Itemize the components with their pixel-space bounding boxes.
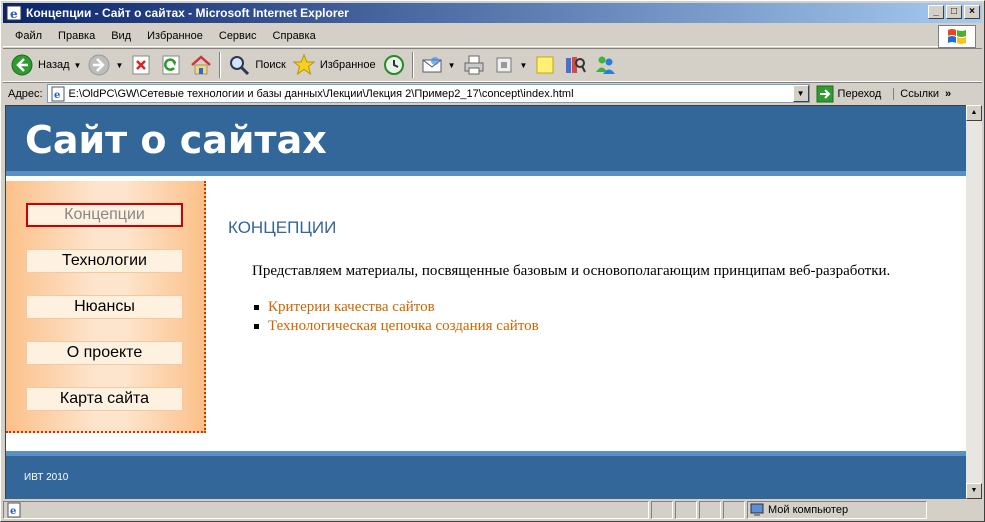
title-bar: e Концепции - Сайт о сайтах - Microsoft …	[3, 3, 982, 23]
page-icon: e	[51, 86, 65, 101]
back-button[interactable]: Назад ▼	[7, 51, 84, 79]
search-button[interactable]: Поиск	[224, 51, 288, 79]
computer-icon	[750, 503, 764, 516]
favorites-button[interactable]: Избранное	[289, 51, 379, 79]
home-button[interactable]	[186, 51, 216, 79]
page-viewport: Сайт о сайтах Концепции Технологии Нюанс…	[5, 105, 966, 499]
link-quality-criteria[interactable]: Критерии качества сайтов	[254, 298, 539, 317]
toolbar: Назад ▼ ▼ Поиск Избранное ▼ ▼	[3, 48, 982, 82]
search-label: Поиск	[255, 59, 286, 71]
status-cell	[675, 501, 697, 519]
window-title: Концепции - Сайт о сайтах - Microsoft In…	[26, 6, 349, 20]
refresh-icon	[162, 55, 180, 75]
address-dropdown-icon[interactable]: ▼	[792, 85, 809, 102]
refresh-button[interactable]	[156, 51, 186, 79]
scroll-down-icon[interactable]: ▼	[966, 483, 982, 499]
toolbar-separator	[411, 52, 414, 78]
back-label: Назад	[38, 59, 70, 71]
vertical-scrollbar[interactable]: ▲ ▼	[966, 105, 982, 499]
stop-icon	[132, 55, 150, 75]
svg-text:e: e	[10, 506, 16, 517]
close-button[interactable]: ×	[964, 5, 980, 19]
status-zone: Мой компьютер	[747, 501, 927, 519]
menu-favorites[interactable]: Избранное	[139, 30, 211, 42]
menu-edit[interactable]: Правка	[50, 30, 103, 42]
research-button[interactable]	[560, 51, 590, 79]
status-cell	[699, 501, 721, 519]
back-dropdown-icon[interactable]: ▼	[74, 61, 82, 70]
go-button[interactable]: Переход	[816, 85, 882, 103]
edit-page-icon	[496, 57, 512, 73]
nav-technologies[interactable]: Технологии	[26, 249, 183, 273]
intro-paragraph: Представляем материалы, посвященные базо…	[252, 263, 891, 279]
forward-arrow-icon	[88, 54, 110, 76]
search-icon	[230, 56, 250, 76]
history-button[interactable]	[379, 51, 409, 79]
mail-icon	[422, 57, 442, 73]
page-status-icon: e	[7, 502, 21, 518]
svg-text:e: e	[54, 90, 60, 101]
menu-help[interactable]: Справка	[265, 30, 324, 42]
status-zone-label: Мой компьютер	[768, 504, 849, 516]
messenger-icon	[596, 56, 616, 74]
site-header: Сайт о сайтах	[6, 106, 966, 176]
messenger-button[interactable]	[590, 51, 620, 79]
links-label: Ссылки	[900, 87, 939, 100]
svg-text:e: e	[10, 7, 18, 21]
history-icon	[383, 55, 404, 75]
menu-view[interactable]: Вид	[103, 30, 139, 42]
menu-bar: Файл Правка Вид Избранное Сервис Справка	[3, 25, 938, 47]
status-bar: e Мой компьютер	[3, 500, 982, 520]
nav-sitemap[interactable]: Карта сайта	[26, 387, 183, 411]
star-icon	[292, 53, 316, 76]
status-cell	[651, 501, 673, 519]
home-icon	[191, 55, 212, 75]
printer-icon	[464, 55, 484, 75]
mail-button[interactable]: ▼	[417, 51, 459, 79]
menu-tools[interactable]: Сервис	[211, 30, 265, 42]
favorites-label: Избранное	[319, 59, 376, 71]
discuss-button[interactable]	[530, 51, 560, 79]
site-title: Сайт о сайтах	[25, 118, 327, 162]
stop-button[interactable]	[126, 51, 156, 79]
footer-text: ИВТ 2010	[24, 472, 69, 483]
scroll-up-icon[interactable]: ▲	[966, 105, 982, 121]
print-button[interactable]	[459, 51, 489, 79]
ie-logo-icon: e	[6, 5, 22, 21]
main-content: КОНЦЕПЦИИ Представляем материалы, посвящ…	[228, 218, 946, 334]
forward-dropdown-icon[interactable]: ▼	[115, 61, 123, 70]
site-footer: ИВТ 2010	[6, 451, 966, 499]
back-arrow-icon	[11, 54, 33, 76]
go-label: Переход	[837, 87, 882, 100]
research-icon	[566, 57, 587, 73]
status-main: e	[3, 501, 649, 519]
edit-button[interactable]: ▼	[489, 51, 531, 79]
forward-button[interactable]: ▼	[84, 51, 126, 79]
edit-dropdown-icon[interactable]: ▼	[520, 61, 528, 70]
address-bar: Адрес: e E:\OldPC\GW\Сетевые технологии …	[3, 82, 982, 104]
maximize-button[interactable]: □	[946, 5, 962, 19]
page-heading: КОНЦЕПЦИИ	[228, 218, 337, 237]
toolbar-separator	[219, 52, 222, 78]
nav-concepts[interactable]: Концепции	[26, 203, 183, 227]
address-input[interactable]: e E:\OldPC\GW\Сетевые технологии и базы …	[46, 84, 810, 103]
nav-about[interactable]: О проекте	[26, 341, 183, 365]
status-cell	[723, 501, 745, 519]
minimize-button[interactable]: _	[928, 5, 944, 19]
browser-window: e Концепции - Сайт о сайтах - Microsoft …	[0, 0, 985, 522]
article-links: Критерии качества сайтов Технологическая…	[254, 298, 539, 336]
mail-dropdown-icon[interactable]: ▼	[448, 61, 456, 70]
address-url: E:\OldPC\GW\Сетевые технологии и базы да…	[68, 87, 574, 100]
links-toolbar[interactable]: Ссылки »	[893, 87, 951, 100]
nav-nuances[interactable]: Нюансы	[26, 295, 183, 319]
address-label: Адрес:	[8, 87, 43, 100]
windows-logo-icon	[938, 25, 976, 48]
note-icon	[536, 56, 554, 74]
menu-file[interactable]: Файл	[7, 30, 50, 42]
go-arrow-icon	[816, 85, 834, 102]
links-chevron-icon[interactable]: »	[945, 88, 951, 100]
link-tech-chain[interactable]: Технологическая цепочка создания сайтов	[254, 317, 539, 336]
site-sidebar: Концепции Технологии Нюансы О проекте Ка…	[6, 181, 206, 433]
